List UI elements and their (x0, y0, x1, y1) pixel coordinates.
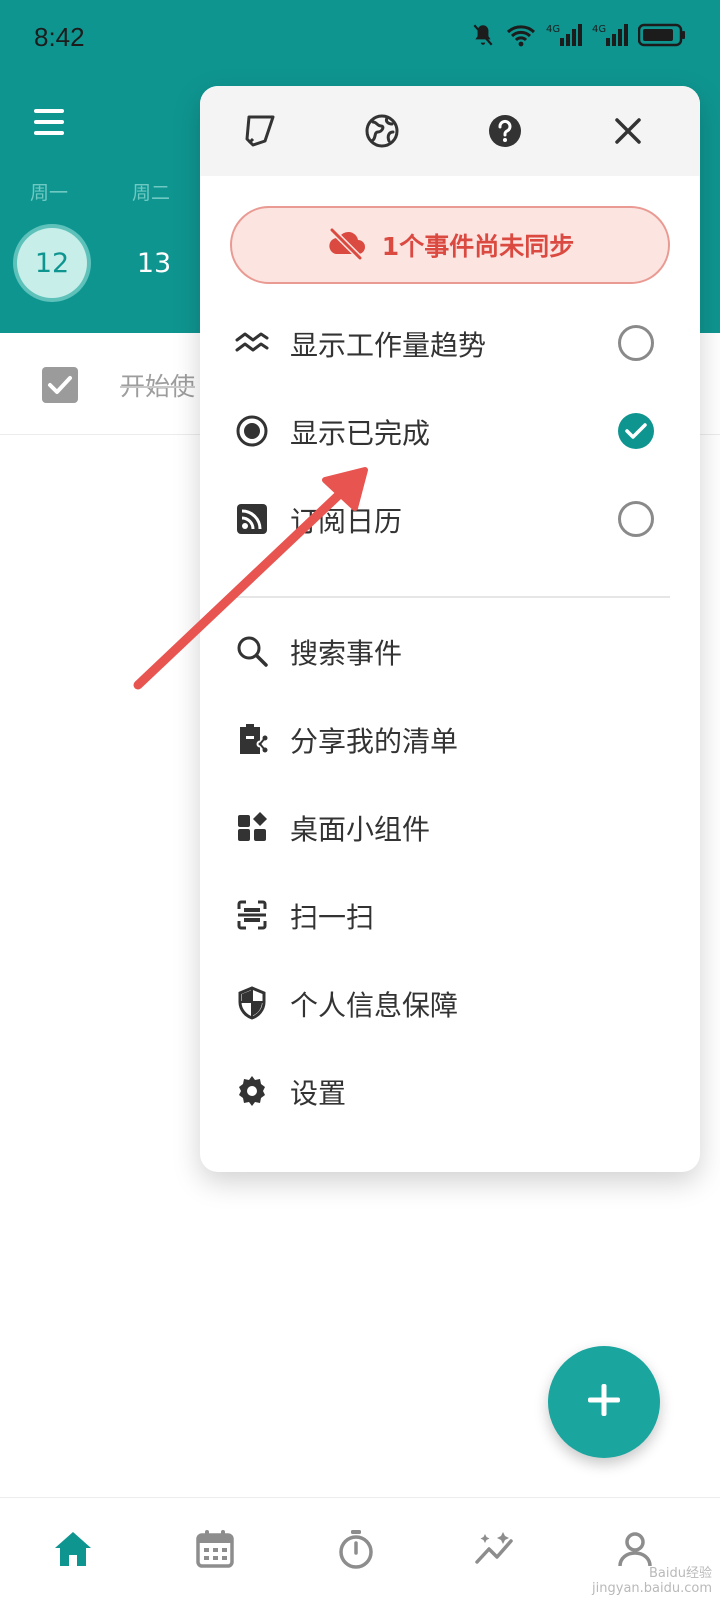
menu-item-widgets[interactable]: 桌面小组件 (200, 782, 700, 872)
signal-4g-icon: 4G (592, 22, 628, 48)
status-time: 8:42 (34, 22, 85, 52)
menu-item-label: 搜索事件 (290, 637, 403, 670)
toggle-subscribe-calendar[interactable]: 订阅日历 (200, 474, 700, 564)
globe-icon[interactable] (359, 108, 405, 154)
sync-warning-text: 1个事件尚未同步 (381, 232, 575, 261)
search-icon (234, 633, 270, 669)
add-event-button[interactable] (548, 1346, 660, 1458)
weekday-label: 周一 (30, 182, 69, 204)
toggle-radio[interactable] (618, 501, 654, 537)
radio-dot-icon (234, 413, 270, 449)
menu-item-share-list[interactable]: 分享我的清单 (200, 694, 700, 784)
plus-icon (586, 1382, 622, 1422)
toggle-workload-trend[interactable]: 显示工作量趋势 (200, 298, 700, 388)
menu-item-settings[interactable]: 设置 (200, 1046, 700, 1136)
toggle-label: 订阅日历 (290, 505, 403, 538)
svg-text:4G: 4G (546, 24, 560, 35)
menu-item-label: 个人信息保障 (290, 989, 459, 1022)
menu-item-label: 分享我的清单 (290, 725, 459, 758)
watermark-line: jingyan.baidu.com (592, 1581, 712, 1596)
toggle-label: 显示已完成 (290, 417, 431, 450)
timer-icon[interactable] (333, 1526, 379, 1572)
help-icon[interactable] (482, 108, 528, 154)
rss-icon (234, 501, 270, 537)
stats-icon[interactable] (473, 1526, 519, 1572)
menu-item-scan[interactable]: 扫一扫 (200, 870, 700, 960)
wifi-icon (506, 22, 536, 48)
battery-icon (638, 22, 686, 48)
watermark-line: Baidu经验 (649, 1566, 712, 1581)
menu-item-label: 扫一扫 (290, 901, 375, 934)
menu-item-label: 桌面小组件 (290, 813, 431, 846)
bell-off-icon (470, 22, 496, 48)
menu-item-search[interactable]: 搜索事件 (200, 606, 700, 696)
task-checkbox[interactable] (42, 367, 78, 403)
theme-icon[interactable] (236, 108, 282, 154)
home-icon[interactable] (50, 1526, 96, 1572)
settings-gear-icon (234, 1073, 270, 1109)
task-title: 开始使 (120, 372, 196, 401)
close-icon[interactable] (605, 108, 651, 154)
toggle-label: 显示工作量趋势 (290, 329, 487, 362)
share-list-icon (234, 721, 270, 757)
menu-divider (230, 596, 670, 598)
day-cell-selected[interactable]: 12 (17, 228, 87, 298)
signal-4g-icon: 4G (546, 22, 582, 48)
trend-icon (234, 325, 270, 361)
cloud-off-icon (326, 226, 366, 264)
svg-text:4G: 4G (592, 24, 606, 35)
weekday-label: 周二 (132, 182, 171, 204)
toggle-show-completed[interactable]: 显示已完成 (200, 386, 700, 476)
hamburger-icon[interactable] (34, 108, 68, 136)
menu-item-privacy[interactable]: 个人信息保障 (200, 958, 700, 1048)
calendar-icon[interactable] (192, 1526, 238, 1572)
shield-icon (234, 985, 270, 1021)
watermark: Baidu经验 jingyan.baidu.com (592, 1562, 712, 1596)
sync-warning-banner[interactable]: 1个事件尚未同步 (230, 206, 670, 284)
toggle-radio-checked[interactable] (618, 413, 654, 449)
toggle-radio[interactable] (618, 325, 654, 361)
day-cell[interactable]: 13 (119, 228, 189, 298)
menu-item-label: 设置 (290, 1077, 347, 1110)
status-icons: 4G 4G (470, 22, 686, 48)
options-popup: 1个事件尚未同步 显示工作量趋势 显示已完成 订阅日历 搜索事件 分享我的清单 … (200, 86, 700, 1172)
widgets-icon (234, 809, 270, 845)
scan-icon (234, 897, 270, 933)
popup-toolbar (200, 86, 700, 176)
